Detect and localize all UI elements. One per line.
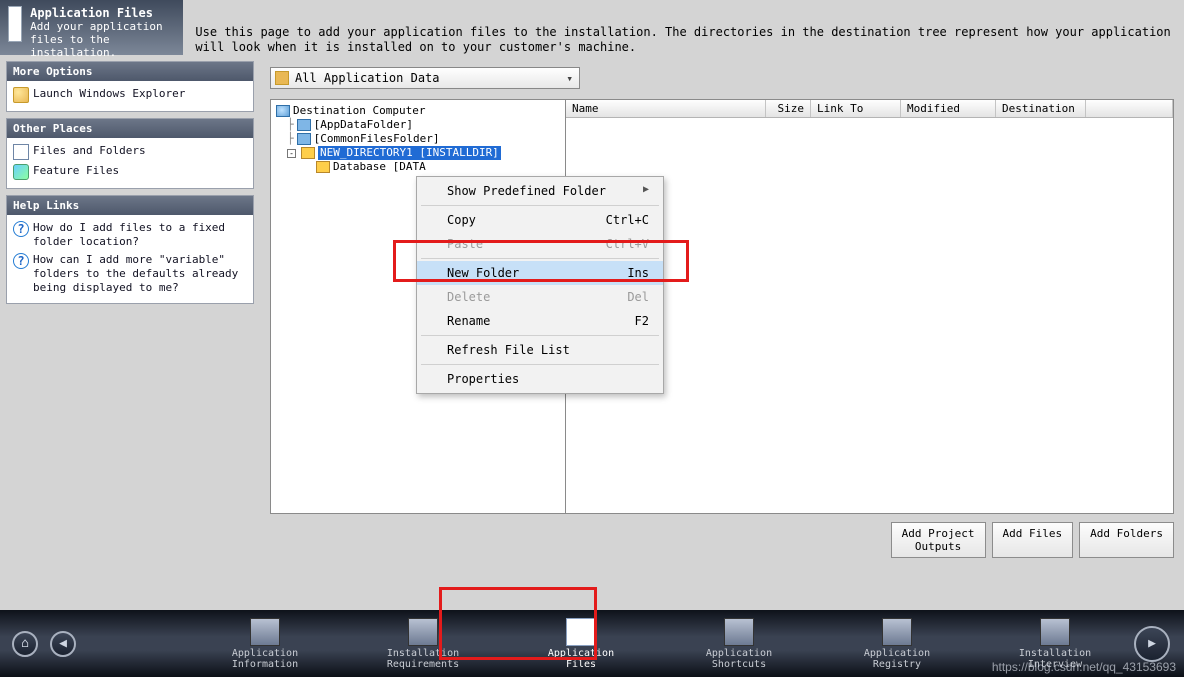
help-link-variable-folders[interactable]: ? How can I add more "variable" folders … — [13, 251, 247, 297]
ctx-rename[interactable]: RenameF2 — [417, 309, 663, 333]
ctx-delete: DeleteDel — [417, 285, 663, 309]
ctx-properties[interactable]: Properties — [417, 367, 663, 391]
add-files-button[interactable]: Add Files — [992, 522, 1074, 558]
help-icon: ? — [13, 253, 29, 269]
ctx-copy[interactable]: CopyCtrl+C — [417, 208, 663, 232]
link-launch-explorer[interactable]: Launch Windows Explorer — [13, 85, 247, 105]
nav-application-registry[interactable]: Application Registry — [818, 618, 976, 670]
panel-header: More Options — [7, 62, 253, 81]
requirements-icon — [408, 618, 438, 646]
context-menu: Show Predefined Folder▶ CopyCtrl+C Paste… — [416, 176, 664, 394]
folder-icon — [13, 87, 29, 103]
panel-more-options: More Options Launch Windows Explorer — [6, 61, 254, 112]
target-folder-icon — [316, 161, 330, 173]
watermark: https://blog.csdn.net/qq_43153693 — [992, 660, 1176, 674]
link-feature-files[interactable]: Feature Files — [13, 162, 247, 182]
computer-icon — [276, 105, 290, 117]
tree-node-installdir[interactable]: - NEW_DIRECTORY1 [INSTALLDIR] — [273, 146, 563, 160]
ctx-show-predefined[interactable]: Show Predefined Folder▶ — [417, 179, 663, 203]
col-modified[interactable]: Modified — [901, 100, 996, 117]
page-description: Use this page to add your application fi… — [183, 0, 1184, 55]
folder-icon — [275, 71, 289, 85]
file-icon — [13, 144, 29, 160]
page-subtitle: Add your application files to the instal… — [30, 20, 175, 59]
workspace: Destination Computer ├ [AppDataFolder] ├… — [270, 99, 1174, 514]
data-filter-dropdown[interactable]: All Application Data — [270, 67, 580, 89]
nav-application-files[interactable]: Application Files — [502, 618, 660, 670]
tree-node-appdata[interactable]: ├ [AppDataFolder] — [273, 118, 563, 132]
files-icon — [566, 618, 596, 646]
nav-install-requirements[interactable]: Installation Requirements — [344, 618, 502, 670]
page-title-icon — [8, 6, 22, 42]
interview-icon — [1040, 618, 1070, 646]
help-icon: ? — [13, 221, 29, 237]
ctx-new-folder[interactable]: New FolderIns — [417, 261, 663, 285]
grid-header-row: Name Size Link To Modified Destination — [566, 100, 1173, 118]
folder-icon — [297, 133, 311, 145]
page-title-block: Application Files Add your application f… — [0, 0, 183, 55]
link-files-and-folders[interactable]: Files and Folders — [13, 142, 247, 162]
panel-header: Help Links — [7, 196, 253, 215]
nav-app-information[interactable]: Application Information — [186, 618, 344, 670]
registry-icon — [882, 618, 912, 646]
col-dest[interactable]: Destination — [996, 100, 1086, 117]
nav-home-button[interactable]: ⌂ — [12, 631, 38, 657]
panel-help-links: Help Links ? How do I add files to a fix… — [6, 195, 254, 304]
ctx-refresh[interactable]: Refresh File List — [417, 338, 663, 362]
nav-application-shortcuts[interactable]: Application Shortcuts — [660, 618, 818, 670]
shortcut-icon — [724, 618, 754, 646]
panel-header: Other Places — [7, 119, 253, 138]
tree-node-database[interactable]: Database [DATA — [273, 160, 563, 174]
add-project-outputs-button[interactable]: Add Project Outputs — [891, 522, 986, 558]
tree-selected-label: NEW_DIRECTORY1 [INSTALLDIR] — [318, 146, 501, 160]
chevron-right-icon: ▶ — [643, 184, 649, 198]
info-icon — [250, 618, 280, 646]
tree-node-commonfiles[interactable]: ├ [CommonFilesFolder] — [273, 132, 563, 146]
collapse-toggle[interactable]: - — [287, 149, 296, 158]
nav-back-button[interactable]: ◀ — [50, 631, 76, 657]
col-linkto[interactable]: Link To — [811, 100, 901, 117]
nav-forward-button[interactable]: ▶ — [1134, 626, 1170, 662]
tree-node-root[interactable]: Destination Computer — [273, 104, 563, 118]
folder-icon — [297, 119, 311, 131]
target-folder-icon — [301, 147, 315, 159]
ctx-paste: PasteCtrl+V — [417, 232, 663, 256]
col-name[interactable]: Name — [566, 100, 766, 117]
dropdown-value: All Application Data — [295, 71, 440, 85]
add-folders-button[interactable]: Add Folders — [1079, 522, 1174, 558]
col-size[interactable]: Size — [766, 100, 811, 117]
feature-icon — [13, 164, 29, 180]
help-link-add-files[interactable]: ? How do I add files to a fixed folder l… — [13, 219, 247, 251]
panel-other-places: Other Places Files and Folders Feature F… — [6, 118, 254, 189]
page-title: Application Files — [30, 6, 175, 20]
